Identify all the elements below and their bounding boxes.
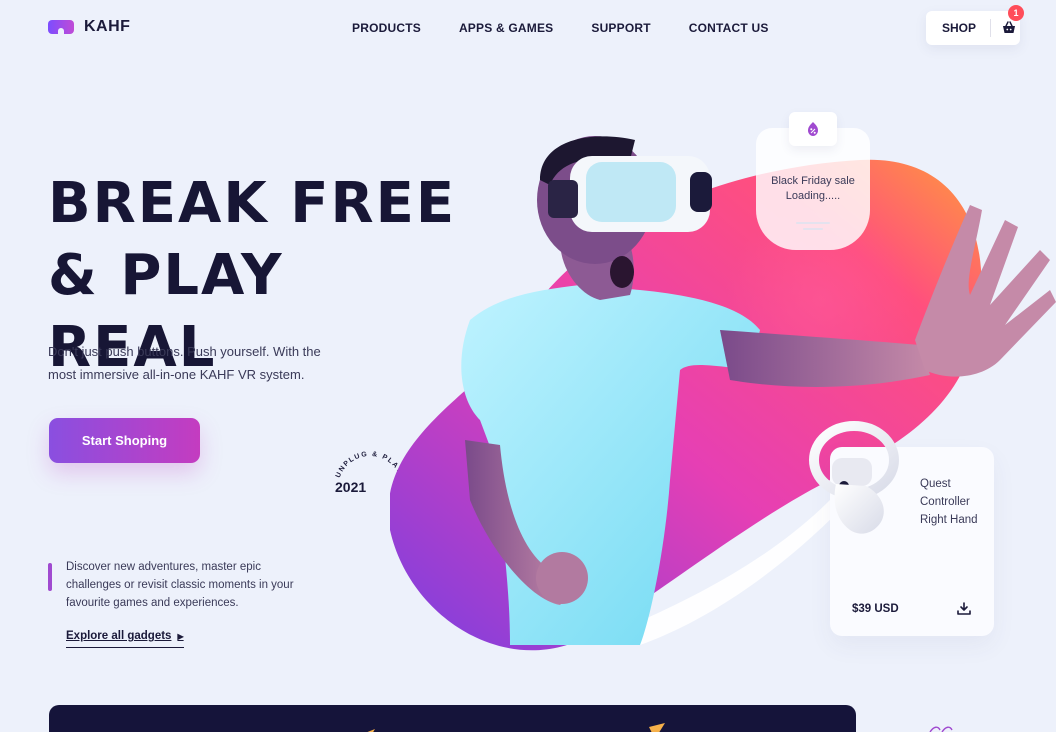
badge-year: 2021 bbox=[335, 479, 367, 495]
shop-divider bbox=[990, 19, 992, 37]
shop-label: SHOP bbox=[942, 21, 977, 35]
vr-headset-icon bbox=[48, 20, 74, 34]
explore-gadgets-link[interactable]: Explore all gadgets ▶ bbox=[66, 630, 184, 648]
product-price: $39 USD bbox=[852, 603, 899, 615]
shop-button[interactable]: SHOP 1 bbox=[926, 5, 1024, 45]
nav-item-products[interactable]: PRODUCTS bbox=[352, 21, 421, 35]
accent-bar bbox=[48, 563, 52, 591]
hero-description: Don't just push buttons. Push yourself. … bbox=[48, 344, 321, 382]
bottom-banner bbox=[49, 705, 856, 732]
sale-line-2: Loading..... bbox=[785, 190, 841, 202]
nav-item-support[interactable]: SUPPORT bbox=[591, 21, 650, 35]
nav-item-apps-games[interactable]: APPS & GAMES bbox=[459, 21, 553, 35]
download-icon[interactable] bbox=[956, 601, 972, 617]
start-shopping-button[interactable]: Start Shoping bbox=[49, 418, 200, 463]
explore-label: Explore all gadgets bbox=[66, 630, 172, 642]
cart-count-badge: 1 bbox=[1008, 5, 1024, 21]
brand-name: KAHF bbox=[84, 18, 131, 35]
sale-line-1: Black Friday sale bbox=[771, 175, 855, 187]
black-friday-card[interactable]: Black Friday sale Loading..... bbox=[756, 128, 870, 250]
brand-logo[interactable]: KAHF bbox=[48, 18, 130, 36]
discover-text: Discover new adventures, master epic cha… bbox=[66, 561, 294, 609]
product-name: Quest Controller Right Hand bbox=[920, 478, 978, 526]
sale-decoration bbox=[796, 222, 830, 230]
discover-block: Discover new adventures, master epic cha… bbox=[48, 558, 306, 612]
controller-image bbox=[809, 421, 899, 534]
sale-icon-box bbox=[789, 112, 837, 146]
basket-icon[interactable] bbox=[1001, 20, 1017, 36]
play-arrow-icon: ▶ bbox=[177, 631, 184, 641]
main-nav: PRODUCTS APPS & GAMES SUPPORT CONTACT US bbox=[352, 21, 769, 35]
nav-item-contact-us[interactable]: CONTACT US bbox=[689, 21, 769, 35]
banner-decoration bbox=[367, 723, 665, 732]
corner-doodle bbox=[929, 726, 953, 732]
percent-icon bbox=[808, 122, 818, 136]
